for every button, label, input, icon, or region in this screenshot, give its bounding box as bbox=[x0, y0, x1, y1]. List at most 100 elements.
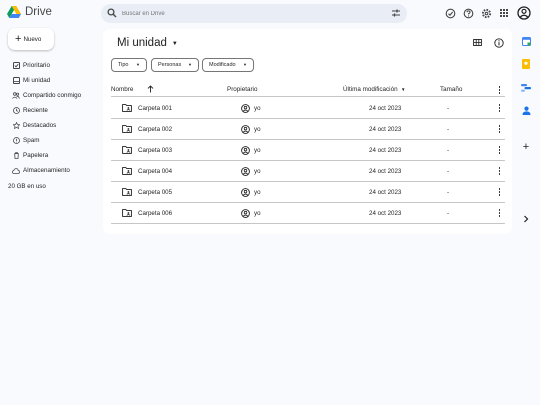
contacts-icon[interactable] bbox=[520, 104, 532, 116]
info-icon[interactable] bbox=[494, 38, 504, 48]
sidebar-item-spam[interactable]: Spam bbox=[0, 133, 100, 148]
column-owner-header[interactable]: Propietario bbox=[227, 86, 257, 93]
sidebar-item-compartido[interactable]: Compartido conmigo bbox=[0, 88, 100, 103]
sidebar-item-label: Almacenamiento bbox=[23, 167, 70, 174]
modified-date: 24 oct 2023 bbox=[369, 105, 402, 112]
table-row[interactable]: Carpeta 001 yo 24 oct 2023 - bbox=[111, 98, 505, 119]
add-addon-plus-icon[interactable]: + bbox=[520, 141, 532, 153]
owner-avatar-icon bbox=[241, 209, 250, 218]
new-button[interactable]: + Nuevo bbox=[8, 28, 54, 50]
file-size: - bbox=[447, 105, 450, 112]
dropdown-arrow-icon: ▼ bbox=[188, 62, 192, 67]
table-row[interactable]: Carpeta 006 yo 24 oct 2023 - bbox=[111, 203, 505, 224]
file-name[interactable]: Carpeta 002 bbox=[138, 126, 172, 133]
column-name-header[interactable]: Nombre bbox=[111, 86, 133, 93]
modified-date: 24 oct 2023 bbox=[369, 189, 402, 196]
owner-name: yo bbox=[254, 105, 261, 112]
filter-label: Personas bbox=[158, 62, 182, 68]
file-name[interactable]: Carpeta 004 bbox=[138, 168, 172, 175]
sidebar-nav: Prioritario Mi unidad Compartido conmigo… bbox=[0, 58, 100, 178]
owner-avatar-icon bbox=[241, 146, 250, 155]
file-name[interactable]: Carpeta 001 bbox=[138, 105, 172, 112]
owner-name: yo bbox=[254, 168, 261, 175]
more-vert-icon[interactable] bbox=[498, 125, 501, 134]
sidebar-item-prioritario[interactable]: Prioritario bbox=[0, 58, 100, 73]
sidebar-item-papelera[interactable]: Papelera bbox=[0, 148, 100, 163]
more-vert-icon[interactable] bbox=[498, 167, 501, 176]
sidebar-item-label: Papelera bbox=[23, 152, 49, 159]
file-name[interactable]: Carpeta 005 bbox=[138, 189, 172, 196]
sidebar-item-almacenamiento[interactable]: Almacenamiento bbox=[0, 163, 100, 178]
file-size: - bbox=[447, 210, 450, 217]
more-vert-icon[interactable] bbox=[498, 104, 501, 113]
sidebar-item-label: Destacados bbox=[23, 122, 57, 129]
sort-desc-caret-icon[interactable]: ▼ bbox=[401, 87, 405, 92]
file-size: - bbox=[447, 147, 450, 154]
table-row[interactable]: Carpeta 004 yo 24 oct 2023 - bbox=[111, 161, 505, 182]
column-modified-header[interactable]: Última modificación bbox=[343, 86, 398, 93]
more-vert-icon[interactable] bbox=[498, 209, 501, 218]
sidebar-item-label: Mi unidad bbox=[23, 77, 51, 84]
dropdown-arrow-icon: ▼ bbox=[243, 62, 247, 67]
filter-modificado[interactable]: Modificado ▼ bbox=[202, 58, 254, 72]
filter-tipo[interactable]: Tipo ▼ bbox=[111, 58, 147, 72]
more-vert-icon[interactable] bbox=[498, 146, 501, 155]
sidebar-item-label: Reciente bbox=[23, 107, 48, 114]
storage-usage: 20 GB en uso bbox=[8, 183, 46, 190]
sidebar-item-destacados[interactable]: Destacados bbox=[0, 118, 100, 133]
new-button-label: Nuevo bbox=[23, 35, 42, 43]
offline-status-icon[interactable] bbox=[445, 8, 456, 19]
cloud-icon bbox=[12, 167, 20, 175]
filter-personas[interactable]: Personas ▼ bbox=[151, 58, 199, 72]
tasks-icon[interactable] bbox=[520, 81, 532, 93]
sidebar-item-reciente[interactable]: Reciente bbox=[0, 103, 100, 118]
drive-logo[interactable]: Drive bbox=[7, 6, 52, 18]
search-input[interactable] bbox=[122, 7, 382, 20]
page-title[interactable]: Mi unidad ▼ bbox=[117, 37, 178, 49]
app-name: Drive bbox=[25, 6, 52, 18]
sidebar-item-mi-unidad[interactable]: Mi unidad bbox=[0, 73, 100, 88]
table-row[interactable]: Carpeta 003 yo 24 oct 2023 - bbox=[111, 140, 505, 161]
file-name[interactable]: Carpeta 003 bbox=[138, 147, 172, 154]
my-drive-icon bbox=[12, 77, 20, 85]
filter-label: Modificado bbox=[209, 62, 236, 68]
table-row[interactable]: Carpeta 002 yo 24 oct 2023 - bbox=[111, 119, 505, 140]
trash-icon bbox=[12, 152, 20, 160]
modified-date: 24 oct 2023 bbox=[369, 147, 402, 154]
search-options-icon[interactable] bbox=[391, 8, 401, 18]
file-name[interactable]: Carpeta 006 bbox=[138, 210, 172, 217]
search-bar[interactable] bbox=[101, 4, 407, 23]
owner-avatar-icon bbox=[241, 188, 250, 197]
apps-grid-icon[interactable] bbox=[499, 8, 509, 18]
owner-avatar-icon bbox=[241, 167, 250, 176]
calendar-icon[interactable] bbox=[520, 35, 532, 47]
shared-folder-icon bbox=[122, 209, 132, 217]
grid-view-icon[interactable] bbox=[473, 38, 482, 47]
main-content: Mi unidad ▼ Tipo ▼ Personas ▼ Modificado… bbox=[103, 29, 512, 234]
more-vert-icon[interactable] bbox=[498, 86, 501, 95]
column-size-header[interactable]: Tamaño bbox=[440, 86, 462, 93]
keep-icon[interactable] bbox=[520, 58, 532, 70]
people-icon bbox=[12, 92, 20, 100]
top-bar: Drive bbox=[0, 0, 540, 28]
chevron-right-icon[interactable] bbox=[520, 213, 532, 225]
shared-folder-icon bbox=[122, 167, 132, 175]
shared-folder-icon bbox=[122, 188, 132, 196]
spam-icon bbox=[12, 137, 20, 145]
account-avatar-icon[interactable] bbox=[517, 6, 531, 20]
table-header: Nombre Propietario Última modificación ▼… bbox=[111, 83, 505, 97]
more-vert-icon[interactable] bbox=[498, 188, 501, 197]
sort-arrow-up-icon[interactable] bbox=[147, 85, 154, 93]
star-icon bbox=[12, 122, 20, 130]
table-row[interactable]: Carpeta 005 yo 24 oct 2023 - bbox=[111, 182, 505, 203]
page-title-text: Mi unidad bbox=[117, 37, 167, 49]
help-icon[interactable] bbox=[463, 8, 474, 19]
search-icon[interactable] bbox=[107, 8, 117, 18]
owner-name: yo bbox=[254, 147, 261, 154]
owner-name: yo bbox=[254, 189, 261, 196]
settings-gear-icon[interactable] bbox=[481, 8, 492, 19]
file-size: - bbox=[447, 189, 450, 196]
drive-logo-icon bbox=[7, 6, 21, 18]
owner-avatar-icon bbox=[241, 125, 250, 134]
checkbox-icon bbox=[12, 62, 20, 70]
